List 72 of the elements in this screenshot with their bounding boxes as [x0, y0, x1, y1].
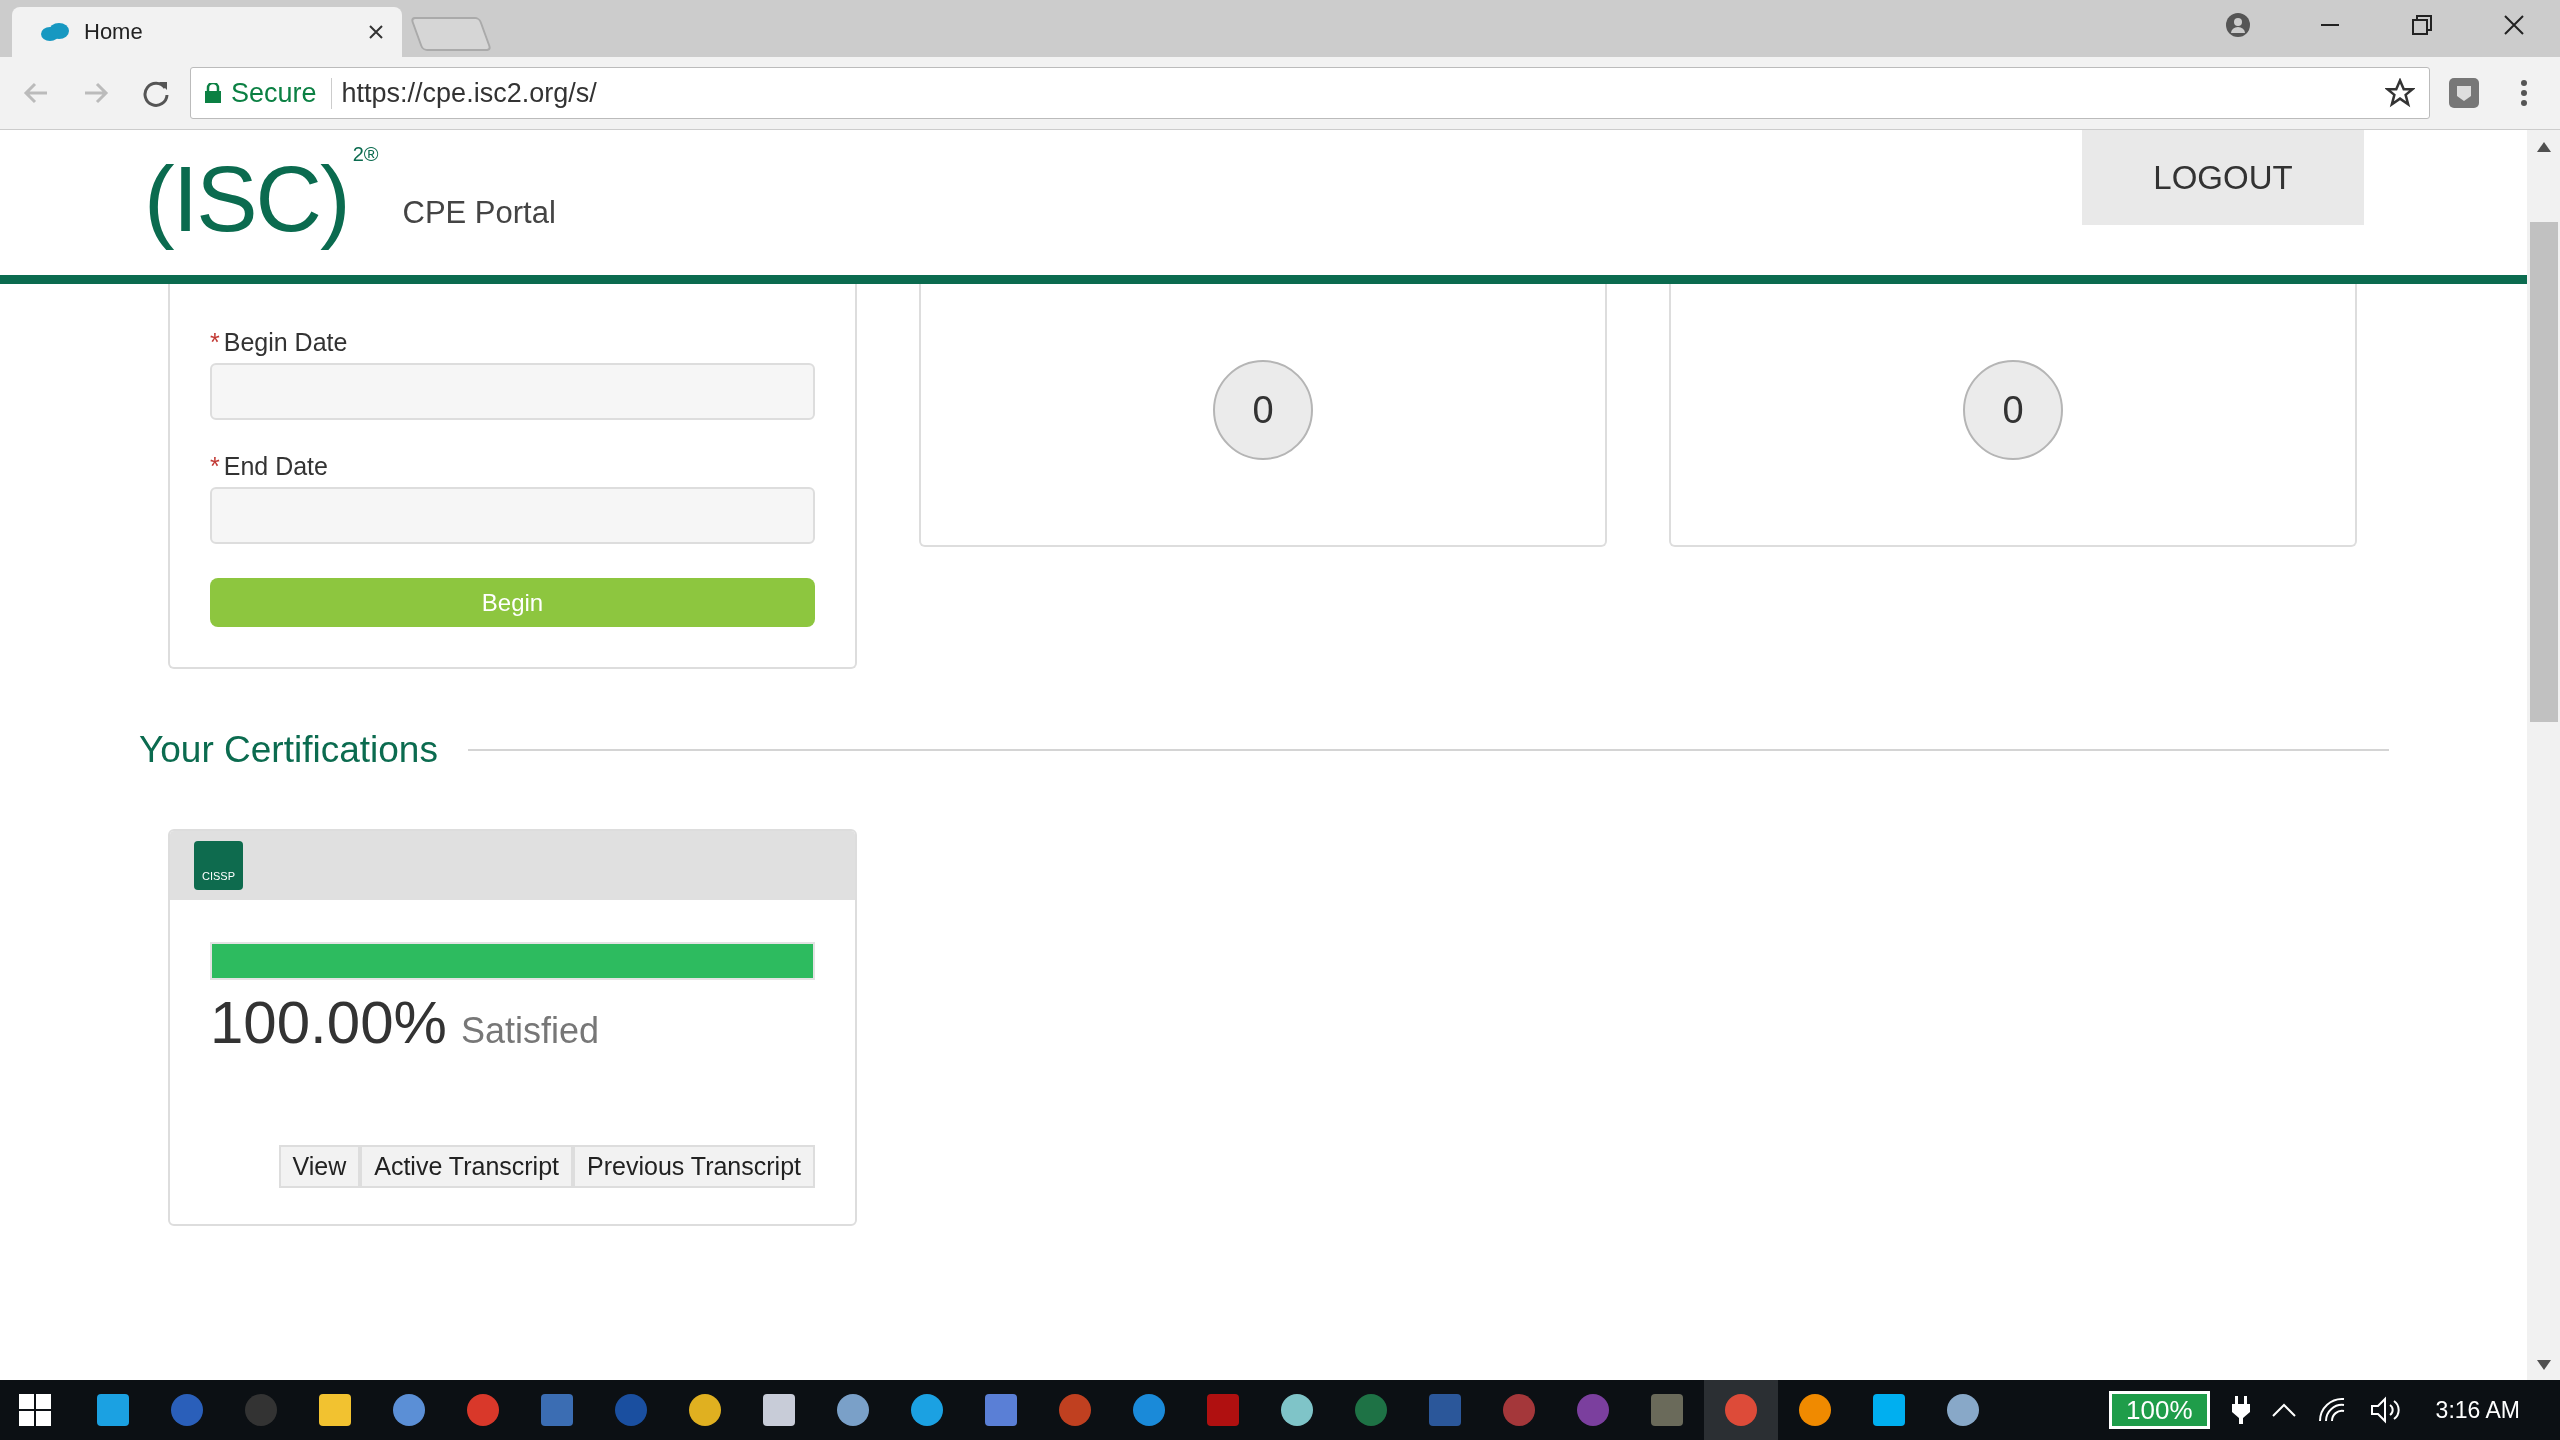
app-tile-icon — [763, 1394, 795, 1426]
app-tile-icon — [1947, 1394, 1979, 1426]
logout-button[interactable]: LOGOUT — [2082, 130, 2364, 225]
browser-tab[interactable]: Home — [12, 7, 402, 57]
restore-icon — [2412, 15, 2432, 35]
app-tile-icon — [1281, 1394, 1313, 1426]
star-icon[interactable] — [2385, 78, 2415, 108]
app-tile-icon — [1577, 1394, 1609, 1426]
app-tile-icon — [1207, 1394, 1239, 1426]
app-tile-icon — [541, 1394, 573, 1426]
app-tile-icon — [393, 1394, 425, 1426]
battery-indicator[interactable]: 100% — [2109, 1391, 2210, 1429]
app-tile-icon — [1503, 1394, 1535, 1426]
app-tile-icon — [837, 1394, 869, 1426]
app-tile-icon — [467, 1394, 499, 1426]
forward-arrow-icon — [83, 81, 109, 105]
scroll-up-icon[interactable] — [2536, 142, 2551, 152]
app-tile-icon — [689, 1394, 721, 1426]
lock-icon — [205, 83, 221, 103]
app-tile-icon — [1873, 1394, 1905, 1426]
minimize-icon — [2321, 24, 2339, 26]
app-tile-icon — [319, 1394, 351, 1426]
app-tile-icon — [1725, 1394, 1757, 1426]
app-tile-icon — [97, 1394, 129, 1426]
plug-icon[interactable] — [2231, 1396, 2250, 1424]
cert-badge: CISSP — [194, 841, 243, 890]
speaker-icon[interactable] — [2369, 1396, 2402, 1424]
counter-badge: 0 — [1213, 360, 1313, 460]
app-tile-icon — [1133, 1394, 1165, 1426]
reload-icon — [142, 79, 170, 107]
app-tile-icon — [1429, 1394, 1461, 1426]
back-arrow-icon — [23, 81, 49, 105]
chevron-up-icon[interactable] — [2271, 1403, 2296, 1417]
transcript-button[interactable]: Previous Transcript — [573, 1145, 815, 1188]
app-tile-icon — [245, 1394, 277, 1426]
app-tile-icon — [1355, 1394, 1387, 1426]
url-text: https://cpe.isc2.org/s/ — [341, 77, 598, 109]
field-label: End Date — [223, 452, 328, 481]
cloud-icon — [40, 22, 70, 42]
field-label: Begin Date — [223, 328, 348, 357]
app-tile-icon — [171, 1394, 203, 1426]
person-icon — [2225, 12, 2251, 38]
scroll-down-icon[interactable] — [2536, 1360, 2551, 1370]
percent-value: 100.00% — [210, 988, 447, 1057]
scroll-thumb[interactable] — [2529, 222, 2558, 722]
app-tile-icon — [985, 1394, 1017, 1426]
counter-badge: 0 — [1963, 360, 2063, 460]
scrollbar[interactable] — [2527, 130, 2560, 1380]
logo[interactable]: (ISC)$^{2®}$ — [140, 144, 383, 255]
date-field[interactable] — [210, 363, 815, 420]
app-tile-icon — [615, 1394, 647, 1426]
close-icon — [2504, 15, 2524, 35]
app-tile-icon — [1799, 1394, 1831, 1426]
windows-icon — [19, 1394, 51, 1426]
menu-icon — [2521, 80, 2527, 106]
transcript-button[interactable]: View — [278, 1145, 361, 1188]
required-mark: * — [210, 452, 220, 481]
clock[interactable]: 3:16 AM — [2435, 1396, 2520, 1424]
date-field[interactable] — [210, 487, 815, 544]
app-tile-icon — [911, 1394, 943, 1426]
app-tile-icon — [1059, 1394, 1091, 1426]
section-heading: Your Certifications — [139, 729, 438, 771]
required-mark: * — [210, 328, 220, 357]
close-icon[interactable] — [368, 24, 384, 40]
app-tile-icon — [1651, 1394, 1683, 1426]
security-label: Secure — [231, 77, 332, 109]
address-bar[interactable]: Secure https://cpe.isc2.org/s/ — [190, 67, 2430, 119]
transcript-button[interactable]: Active Transcript — [360, 1145, 574, 1188]
portal-title: CPE Portal — [402, 195, 557, 231]
tab-title: Home — [84, 19, 144, 45]
status-label: Satisfied — [460, 1010, 599, 1052]
extension-icon — [2449, 78, 2479, 108]
